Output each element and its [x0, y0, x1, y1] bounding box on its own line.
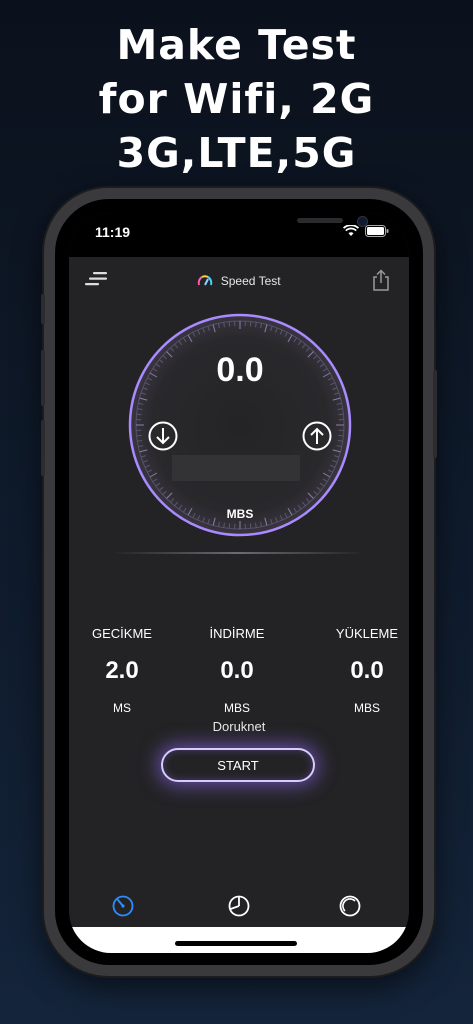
speed-readout-bar — [172, 455, 300, 481]
gauge-unit: MBS — [226, 507, 254, 521]
stat-latency: GECİKME 2.0 MS — [69, 626, 177, 715]
app-title: Speed Test — [69, 273, 409, 288]
stat-download-label: İNDİRME — [209, 626, 265, 641]
battery-icon — [365, 225, 389, 237]
settings-dial-icon — [339, 895, 361, 917]
tab-history[interactable] — [224, 891, 254, 921]
server-name: Doruknet — [212, 719, 266, 734]
speed-test-logo-icon — [198, 275, 213, 286]
gauge-tick — [136, 413, 142, 416]
tab-speed-test[interactable] — [108, 891, 138, 921]
speed-gauge: 0.0 MBS — [124, 305, 356, 545]
speaker-grille — [297, 218, 343, 223]
stat-latency-value: 2.0 — [105, 657, 139, 684]
volume-down-button — [41, 420, 45, 476]
stat-upload: YÜKLEME 0.0 MBS — [312, 626, 409, 715]
history-icon — [228, 895, 250, 917]
wifi-icon — [343, 225, 359, 236]
power-button — [433, 370, 437, 458]
speedometer-icon — [112, 895, 134, 917]
promo-line-3: 3G,LTE,5G — [116, 129, 357, 177]
stat-upload-value: 0.0 — [350, 657, 384, 684]
status-time: 11:19 — [95, 224, 131, 240]
gauge-tick — [136, 434, 142, 437]
volume-up-button — [41, 350, 45, 406]
app-header: Speed Test — [69, 257, 409, 301]
tab-bar — [69, 891, 409, 927]
upload-arrow-icon — [302, 421, 332, 451]
phone-frame: 11:19 Speed Test 0.0 MBS GECİKME 2.0 MS … — [41, 188, 437, 976]
phone-bezel: 11:19 Speed Test 0.0 MBS GECİKME 2.0 MS … — [55, 199, 423, 965]
app-title-label: Speed Test — [220, 274, 281, 288]
home-indicator-area — [69, 927, 409, 953]
notch — [149, 213, 368, 239]
stat-download: İNDİRME 0.0 MBS — [182, 626, 292, 715]
status-icons — [343, 225, 389, 237]
app-screen: 11:19 Speed Test 0.0 MBS GECİKME 2.0 MS … — [69, 213, 409, 953]
promo-headline: Make Test for Wifi, 2G 3G,LTE,5G — [0, 18, 473, 180]
gauge-tick — [228, 321, 231, 327]
stat-upload-unit: MBS — [353, 701, 380, 715]
promo-line-2: for Wifi, 2G — [98, 75, 375, 123]
status-bar: 11:19 — [69, 213, 409, 257]
start-button[interactable]: START — [161, 748, 315, 782]
start-button-label: START — [217, 757, 259, 773]
stat-latency-label: GECİKME — [92, 626, 152, 641]
stat-upload-label: YÜKLEME — [335, 626, 399, 641]
mute-switch — [41, 294, 45, 324]
download-arrow-icon — [148, 421, 178, 451]
home-indicator[interactable] — [175, 941, 297, 946]
gauge-value: 0.0 — [216, 351, 264, 389]
gauge-tick — [228, 523, 231, 529]
gauge-tick — [338, 434, 344, 437]
stat-download-unit: MBS — [223, 701, 250, 715]
tab-settings[interactable] — [335, 891, 365, 921]
stat-latency-unit: MS — [113, 701, 131, 715]
section-divider — [111, 552, 365, 554]
share-icon[interactable] — [371, 269, 391, 291]
promo-line-1: Make Test — [116, 21, 357, 69]
stat-download-value: 0.0 — [220, 657, 254, 684]
gauge-tick — [249, 523, 252, 529]
gauge-tick — [338, 413, 344, 416]
gauge-tick — [249, 321, 252, 327]
